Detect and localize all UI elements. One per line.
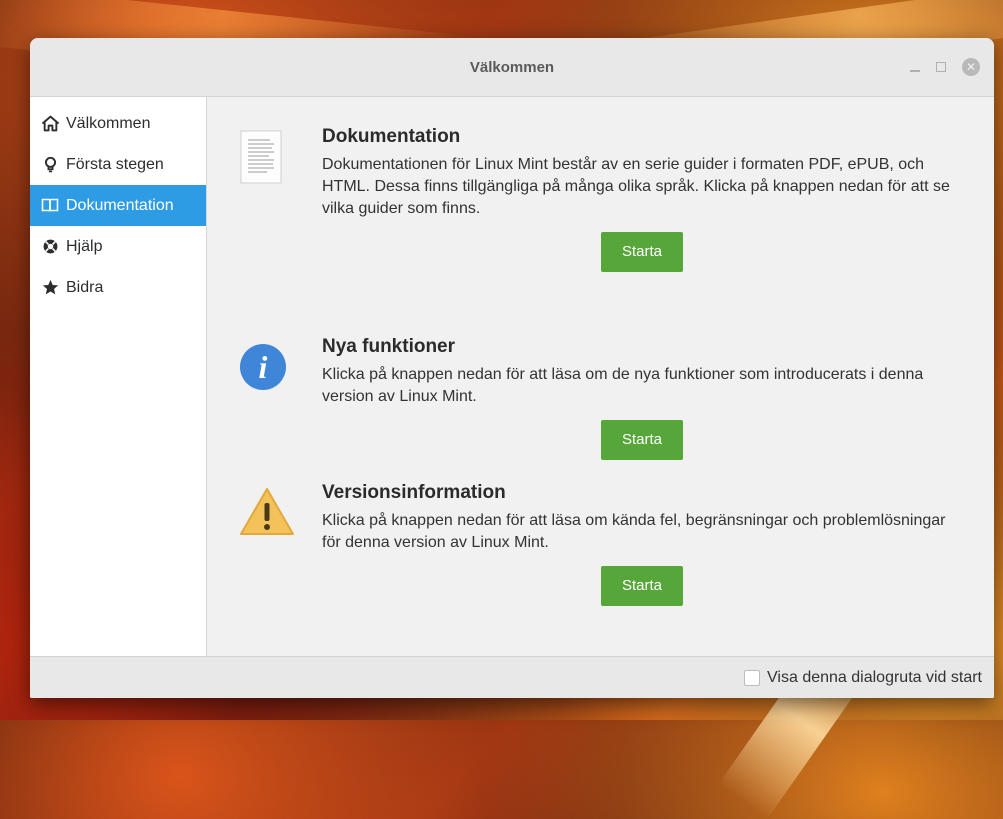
section-description: Dokumentationen för Linux Mint består av…: [322, 156, 950, 217]
info-icon: i: [239, 343, 287, 396]
sidebar-item-dokumentation[interactable]: Dokumentation: [30, 185, 206, 226]
lifebuoy-icon: [40, 238, 60, 255]
book-icon: [40, 197, 60, 214]
starta-versionsinformation-button[interactable]: Starta: [601, 566, 683, 606]
section-dokumentation: Dokumentation Dokumentationen för Linux …: [322, 126, 962, 272]
sidebar-item-bidra[interactable]: Bidra: [30, 267, 206, 308]
section-description: Klicka på knappen nedan för att läsa om …: [322, 366, 924, 405]
section-description: Klicka på knappen nedan för att läsa om …: [322, 512, 946, 551]
title-bar[interactable]: Välkommen ✕: [30, 38, 994, 97]
sidebar-item-label: Dokumentation: [66, 196, 174, 214]
sidebar-item-valkommen[interactable]: Välkommen: [30, 103, 206, 144]
maximize-button[interactable]: [936, 62, 946, 72]
svg-text:i: i: [259, 349, 268, 385]
sidebar-item-label: Välkommen: [66, 114, 151, 132]
window-title: Välkommen: [469, 58, 555, 76]
sidebar-item-label: Första stegen: [66, 155, 164, 173]
close-button[interactable]: ✕: [962, 58, 980, 76]
show-on-startup-label[interactable]: Visa denna dialogruta vid start: [767, 669, 982, 687]
section-title: Versionsinformation: [322, 482, 506, 503]
warning-icon: [239, 487, 295, 542]
section-versionsinformation: Versionsinformation Klicka på knappen ne…: [322, 482, 962, 606]
home-icon: [40, 115, 60, 132]
minimize-button[interactable]: [910, 70, 920, 72]
sidebar: Välkommen Första stegen Dokumentation Hj…: [30, 97, 207, 656]
footer-bar: Visa denna dialogruta vid start: [30, 656, 994, 698]
sidebar-item-forsta-stegen[interactable]: Första stegen: [30, 144, 206, 185]
welcome-window: Välkommen ✕ Välkommen Första stegen Doku…: [30, 38, 994, 698]
show-on-startup-checkbox[interactable]: [744, 669, 761, 686]
starta-dokumentation-button[interactable]: Starta: [601, 232, 683, 272]
starta-nya-funktioner-button[interactable]: Starta: [601, 420, 683, 460]
sidebar-item-label: Bidra: [66, 278, 104, 296]
content-panel: Dokumentation Dokumentationen för Linux …: [207, 97, 994, 656]
window-body: Välkommen Första stegen Dokumentation Hj…: [30, 97, 994, 656]
sidebar-item-hjalp[interactable]: Hjälp: [30, 226, 206, 267]
section-title: Nya funktioner: [322, 336, 456, 357]
section-nya-funktioner: Nya funktioner Klicka på knappen nedan f…: [322, 336, 962, 460]
section-title: Dokumentation: [322, 126, 461, 147]
document-icon: [239, 130, 283, 189]
sidebar-item-label: Hjälp: [66, 237, 103, 255]
lightbulb-icon: [40, 156, 60, 173]
star-icon: [40, 279, 60, 296]
window-controls: ✕: [910, 58, 980, 76]
